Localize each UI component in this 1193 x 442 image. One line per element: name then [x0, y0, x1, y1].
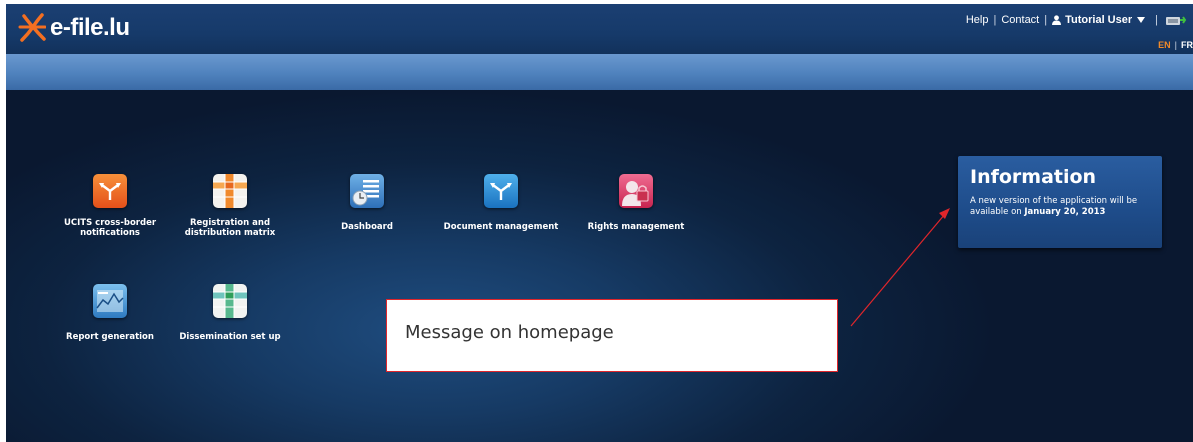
homepage-content: UCITS cross-border notifications Registra… — [6, 90, 1193, 442]
nav-separator: | — [1044, 14, 1048, 26]
tile-label: Registration and — [189, 218, 271, 228]
logout-icon[interactable] — [1165, 13, 1187, 27]
tile-document-management[interactable]: Document management — [436, 174, 566, 232]
tile-label: notifications — [80, 228, 140, 238]
callout-text: Message on homepage — [405, 322, 614, 343]
tile-label: distribution matrix — [184, 228, 276, 238]
lang-fr[interactable]: FR — [1181, 40, 1193, 50]
info-title: Information — [970, 166, 1097, 188]
user-icon — [1052, 15, 1062, 25]
tile-dashboard[interactable]: Dashboard — [302, 174, 432, 232]
header-bar: e-file.lu Help | Contact | Tutorial User… — [6, 4, 1193, 54]
nav-separator: | — [993, 14, 997, 26]
tile-report-generation[interactable]: Report generation — [45, 284, 175, 342]
tile-label: Rights management — [587, 222, 685, 232]
tile-label: Report generation — [66, 332, 154, 342]
language-switcher: EN | FR — [1158, 40, 1193, 50]
brand-logo[interactable]: e-file.lu — [18, 12, 130, 42]
help-link[interactable]: Help — [966, 14, 989, 26]
user-menu[interactable]: Tutorial User — [1052, 14, 1146, 26]
tile-rights-management[interactable]: Rights management — [571, 174, 701, 232]
share-arrows-icon — [484, 174, 518, 208]
user-lock-icon — [619, 174, 653, 208]
logo-text: e-file.lu — [50, 14, 130, 41]
matrix-grid-icon — [213, 174, 247, 208]
caret-down-icon — [1137, 17, 1146, 23]
tile-ucits-notifications[interactable]: UCITS cross-border notifications — [45, 174, 175, 238]
sub-navigation-bar — [6, 54, 1193, 90]
information-panel[interactable]: Information A new version of the applica… — [958, 156, 1162, 248]
matrix-grid-icon — [213, 284, 247, 318]
chart-report-icon — [93, 284, 127, 318]
share-arrows-icon — [93, 174, 127, 208]
info-date: January 20, 2013 — [1024, 207, 1106, 217]
tile-label: Dashboard — [341, 222, 393, 232]
contact-link[interactable]: Contact — [1001, 14, 1039, 26]
annotation-callout: Message on homepage — [386, 299, 838, 372]
lang-en[interactable]: EN — [1158, 40, 1171, 50]
nav-separator: | — [1155, 14, 1158, 26]
tile-label: Dissemination set up — [179, 332, 281, 342]
dashboard-clock-icon — [350, 174, 384, 208]
top-navigation: Help | Contact | Tutorial User | — [966, 13, 1193, 27]
tile-dissemination-setup[interactable]: Dissemination set up — [165, 284, 295, 342]
star-logo-icon — [18, 13, 46, 42]
user-name: Tutorial User — [1065, 14, 1133, 26]
app-window: e-file.lu Help | Contact | Tutorial User… — [6, 4, 1193, 442]
tile-label: Document management — [443, 222, 559, 232]
tile-registration-matrix[interactable]: Registration and distribution matrix — [165, 174, 295, 238]
tile-label: UCITS cross-border — [63, 218, 157, 228]
lang-separator: | — [1174, 40, 1177, 50]
info-message: A new version of the application will be… — [970, 196, 1150, 218]
